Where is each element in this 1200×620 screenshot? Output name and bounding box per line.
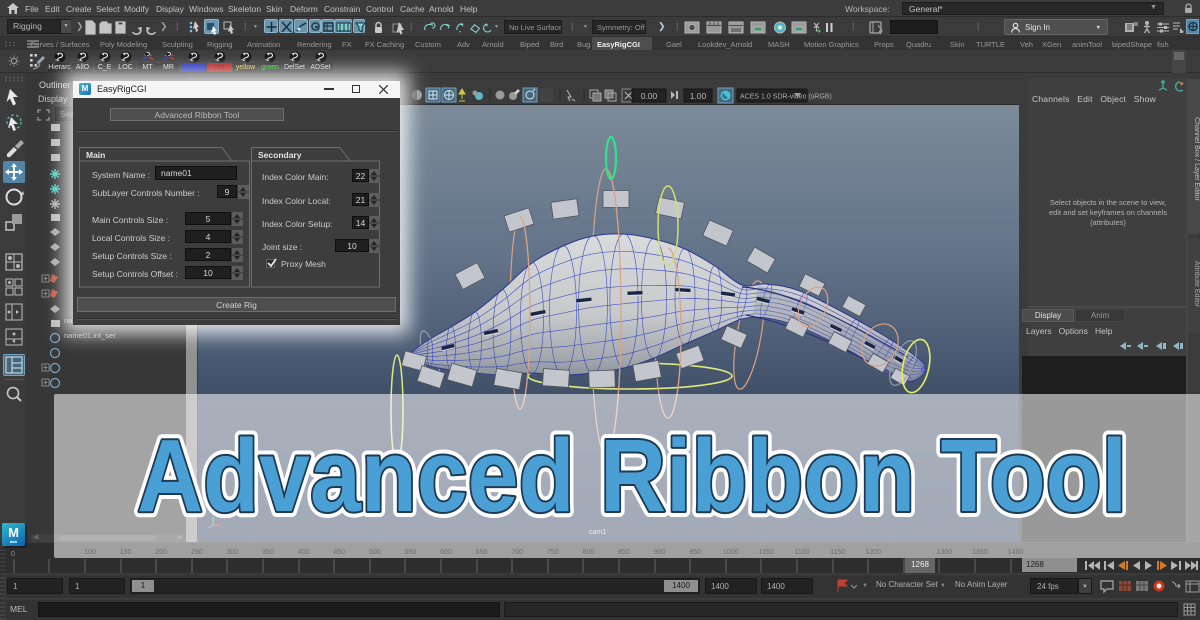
svg-text:0.00: 0.00: [641, 91, 658, 101]
svg-text:ACES 1.0 SDR-video (sRGB): ACES 1.0 SDR-video (sRGB): [740, 94, 832, 101]
svg-text:1.00: 1.00: [690, 91, 707, 101]
svg-text:Advanced Ribbon Tool: Advanced Ribbon Tool: [137, 418, 1127, 533]
